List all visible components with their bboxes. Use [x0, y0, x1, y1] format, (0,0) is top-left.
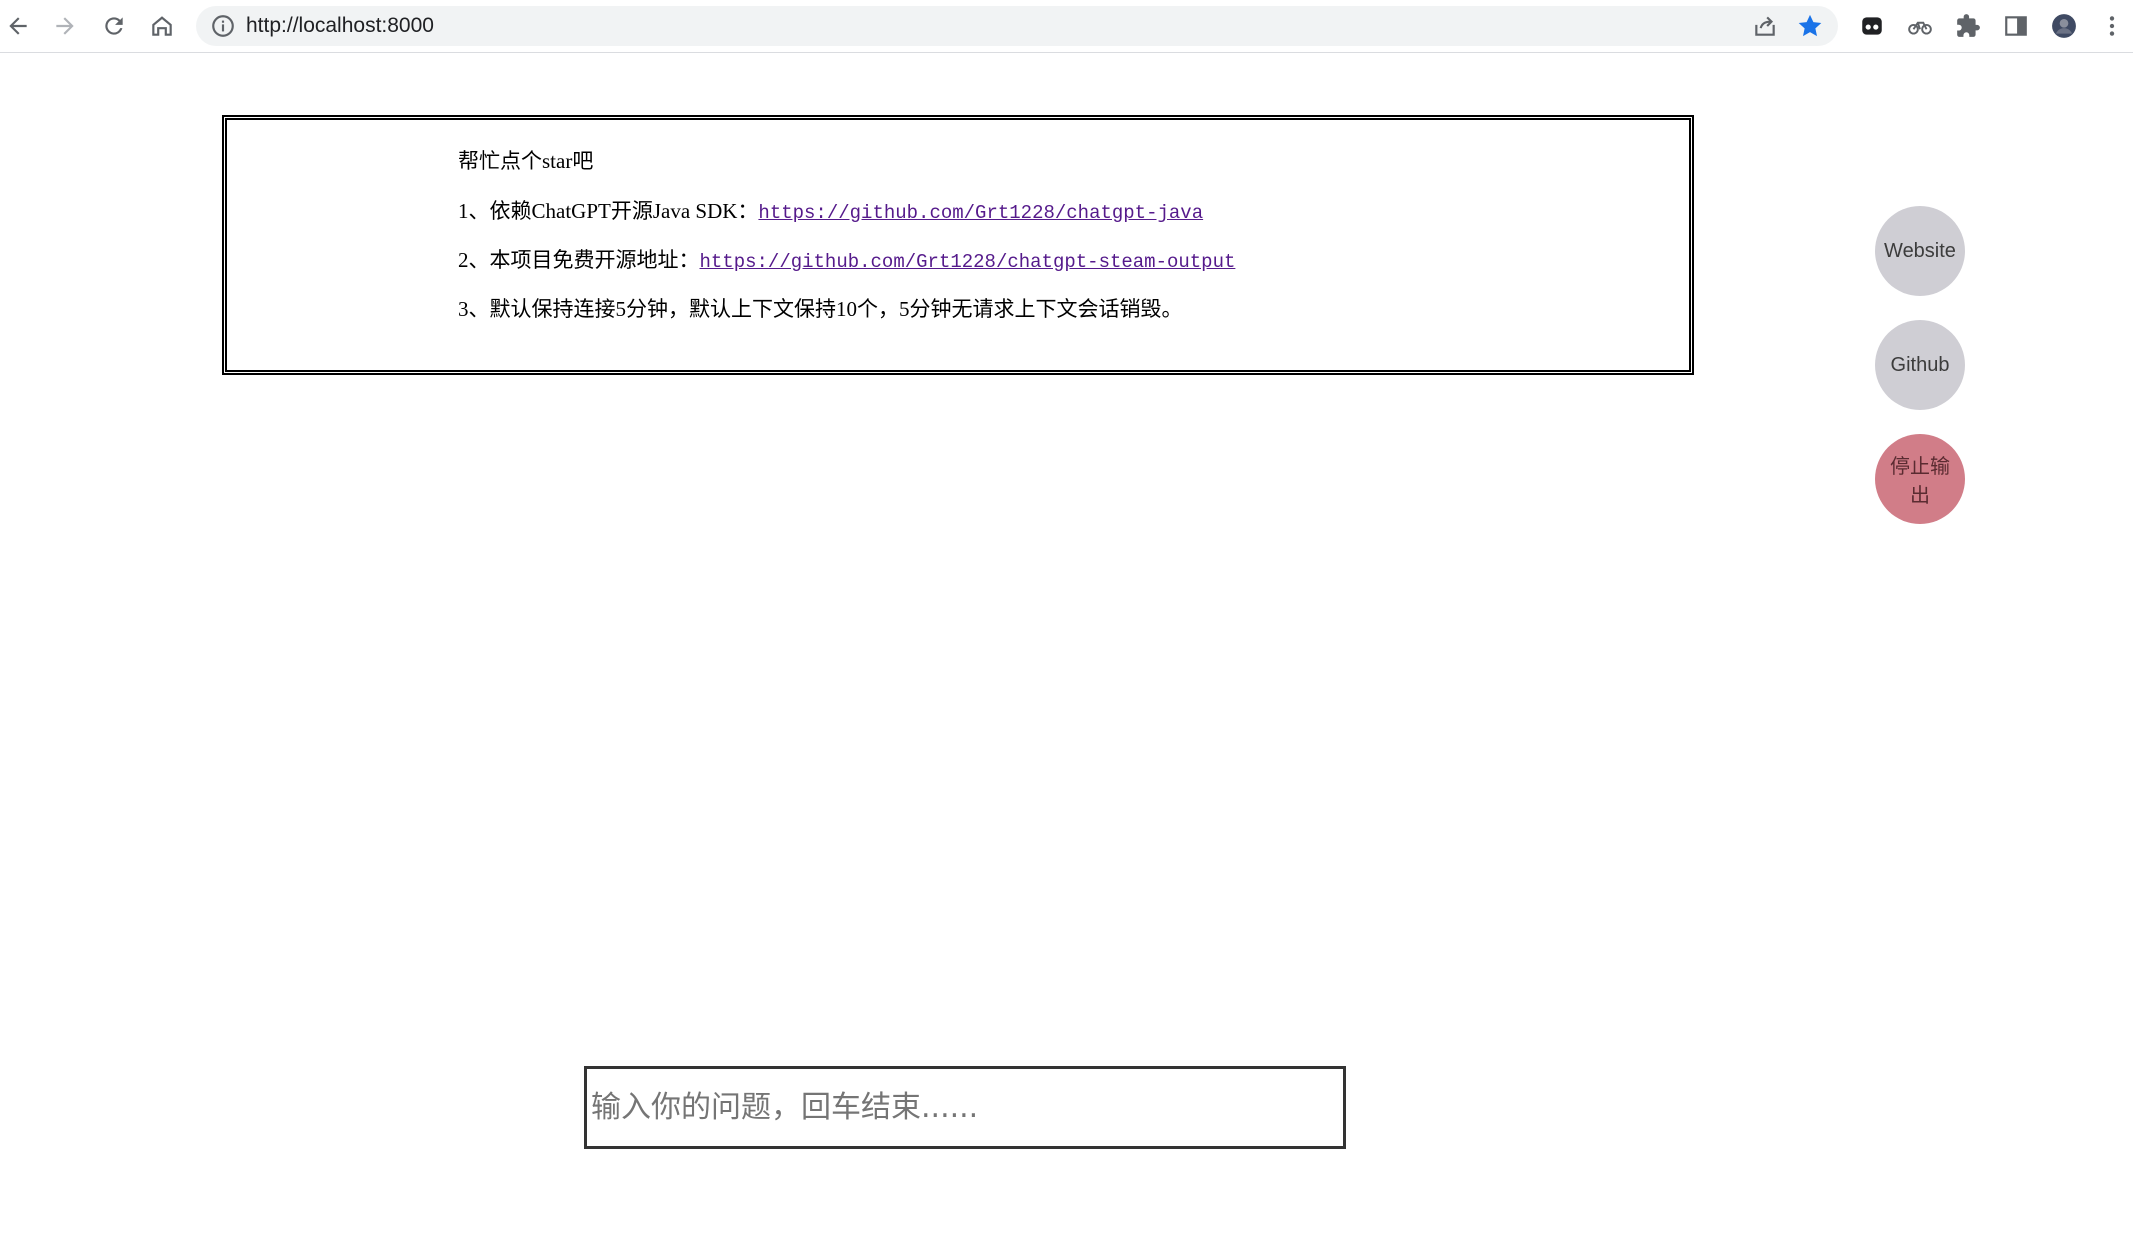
menu-dots-icon[interactable]	[2094, 8, 2130, 44]
notice-title: 帮忙点个star吧	[458, 149, 594, 173]
extension-incognito-icon[interactable]	[1854, 8, 1890, 44]
browser-toolbar: http://localhost:8000	[0, 0, 2133, 53]
stop-output-button[interactable]: 停止输出	[1875, 434, 1965, 524]
share-icon[interactable]	[1752, 13, 1778, 39]
notice-item-sdk-label: 1、依赖ChatGPT开源Java SDK：	[458, 199, 759, 223]
github-button[interactable]: Github	[1875, 320, 1965, 410]
extensions-puzzle-icon[interactable]	[1950, 8, 1986, 44]
info-icon[interactable]	[210, 13, 236, 39]
extension-bike-icon[interactable]	[1902, 8, 1938, 44]
notice-item-sdk: 1、依赖ChatGPT开源Java SDK：https://github.com…	[458, 195, 1203, 225]
sdk-link[interactable]: https://github.com/Grt1228/chatgpt-java	[758, 202, 1203, 224]
url-text[interactable]: http://localhost:8000	[246, 6, 434, 46]
reload-icon[interactable]	[96, 8, 132, 44]
question-input[interactable]	[584, 1066, 1346, 1149]
repo-link[interactable]: https://github.com/Grt1228/chatgpt-steam…	[700, 251, 1236, 273]
notice-item-repo-label: 2、本项目免费开源地址：	[458, 248, 700, 272]
side-panel-icon[interactable]	[1998, 8, 2034, 44]
notice-item-session: 3、默认保持连接5分钟，默认上下文保持10个，5分钟无请求上下文会话销毁。	[458, 297, 1183, 321]
home-icon[interactable]	[144, 8, 180, 44]
address-bar[interactable]: http://localhost:8000	[196, 6, 1838, 46]
notice-item-repo: 2、本项目免费开源地址：https://github.com/Grt1228/c…	[458, 244, 1235, 274]
back-icon[interactable]	[0, 8, 36, 44]
profile-avatar[interactable]	[2046, 8, 2082, 44]
forward-icon[interactable]	[47, 8, 83, 44]
website-button[interactable]: Website	[1875, 206, 1965, 296]
bookmark-star-icon[interactable]	[1796, 12, 1824, 40]
notice-box: 帮忙点个star吧 1、依赖ChatGPT开源Java SDK：https://…	[222, 115, 1694, 375]
